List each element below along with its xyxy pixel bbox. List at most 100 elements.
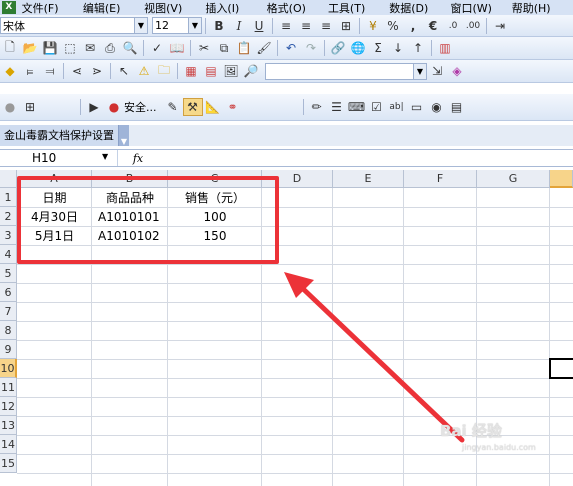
grid-icon[interactable]: ⊞ bbox=[20, 98, 40, 116]
save-icon[interactable]: 💾 bbox=[40, 39, 60, 57]
column-header-f[interactable]: F bbox=[404, 170, 477, 188]
row-header-6[interactable]: 6 bbox=[0, 283, 17, 302]
format-painter-icon[interactable]: 🖌 bbox=[254, 39, 274, 57]
align-right-icon[interactable]: ≡ bbox=[316, 17, 336, 35]
chart-wizard-icon[interactable]: ▥ bbox=[435, 39, 455, 57]
warning-icon[interactable]: ⚠ bbox=[134, 62, 154, 80]
comma-button[interactable]: , bbox=[403, 17, 423, 35]
delete-row-icon[interactable]: ⫤ bbox=[40, 62, 60, 80]
menu-edit[interactable]: 编辑(E) bbox=[83, 0, 144, 16]
textbox-icon[interactable]: ab| bbox=[387, 98, 407, 116]
chevron-down-icon[interactable]: ▼ bbox=[188, 18, 201, 33]
menu-view[interactable]: 视图(V) bbox=[144, 0, 205, 16]
column-header-e[interactable]: E bbox=[333, 170, 404, 188]
web-icon[interactable]: 🌐 bbox=[348, 39, 368, 57]
folder-icon[interactable]: 🗀 bbox=[154, 62, 174, 80]
align-left-icon[interactable]: ≡ bbox=[276, 17, 296, 35]
chevron-down-icon[interactable]: ▼ bbox=[102, 152, 108, 161]
menu-insert[interactable]: 插入(I) bbox=[205, 0, 266, 16]
row-header-15[interactable]: 15 bbox=[0, 454, 17, 473]
chevron-down-icon[interactable]: ▼ bbox=[134, 18, 147, 33]
import-icon[interactable]: ⇲ bbox=[427, 62, 447, 80]
italic-button[interactable]: I bbox=[229, 17, 249, 35]
properties-icon[interactable]: ☰ bbox=[327, 98, 347, 116]
print-preview-icon[interactable]: 🔍 bbox=[120, 39, 140, 57]
row-header-14[interactable]: 14 bbox=[0, 435, 17, 454]
autosum-button[interactable]: Σ bbox=[368, 39, 388, 57]
control-icon[interactable]: ⚭ bbox=[223, 98, 243, 116]
option-button-icon[interactable]: ◉ bbox=[427, 98, 447, 116]
table-edit-icon[interactable]: ▤ bbox=[201, 62, 221, 80]
edit-icon[interactable]: ✎ bbox=[163, 98, 183, 116]
chevron-down-icon[interactable]: ▼ bbox=[413, 63, 426, 79]
row-header-12[interactable]: 12 bbox=[0, 397, 17, 416]
open-folder-icon[interactable]: 📂 bbox=[20, 39, 40, 57]
research-icon[interactable]: 📖 bbox=[167, 39, 187, 57]
column-header-h[interactable] bbox=[550, 170, 573, 188]
design-pen-icon[interactable]: ✏ bbox=[307, 98, 327, 116]
row-header-8[interactable]: 8 bbox=[0, 321, 17, 340]
copy-icon[interactable]: ⧉ bbox=[214, 39, 234, 57]
shape-icon[interactable]: ◆ bbox=[0, 62, 20, 80]
row-header-2[interactable]: 2 bbox=[0, 207, 17, 226]
table-icon[interactable]: ▦ bbox=[181, 62, 201, 80]
chevron-down-icon[interactable]: ▼ bbox=[119, 125, 129, 146]
menu-data[interactable]: 数据(D) bbox=[389, 0, 450, 16]
button-control-icon[interactable]: ▭ bbox=[407, 98, 427, 116]
row-header-9[interactable]: 9 bbox=[0, 340, 17, 359]
menu-tools[interactable]: 工具(T) bbox=[328, 0, 389, 16]
menu-window[interactable]: 窗口(W) bbox=[450, 0, 511, 16]
connector-icon[interactable]: ⋖ bbox=[67, 62, 87, 80]
insert-function-icon[interactable]: fx bbox=[118, 152, 158, 165]
connector-alt-icon[interactable]: ⋗ bbox=[87, 62, 107, 80]
menu-file[interactable]: 文件(F) bbox=[22, 0, 83, 16]
style-select[interactable]: ▼ bbox=[265, 62, 427, 80]
font-size-select[interactable]: 12 ▼ bbox=[152, 17, 202, 34]
spelling-icon[interactable]: ✓ bbox=[147, 39, 167, 57]
image-icon[interactable]: 🖼 bbox=[221, 62, 241, 80]
row-header-10[interactable]: 10 bbox=[0, 359, 17, 378]
design-mode-icon[interactable]: 📐 bbox=[203, 98, 223, 116]
merge-center-icon[interactable]: ⊞ bbox=[336, 17, 356, 35]
email-icon[interactable]: ✉ bbox=[80, 39, 100, 57]
hyperlink-icon[interactable]: 🔗 bbox=[328, 39, 348, 57]
bold-button[interactable]: B bbox=[209, 17, 229, 35]
security-button[interactable]: 安全... bbox=[124, 99, 157, 115]
row-header-11[interactable]: 11 bbox=[0, 378, 17, 397]
row-header-7[interactable]: 7 bbox=[0, 302, 17, 321]
excel-app-icon[interactable]: X bbox=[2, 1, 16, 14]
name-box[interactable]: H10 ▼ bbox=[0, 150, 118, 166]
checkbox-icon[interactable]: ☑ bbox=[367, 98, 387, 116]
increase-decimal-icon[interactable]: .0 bbox=[443, 17, 463, 35]
row-header-3[interactable]: 3 bbox=[0, 226, 17, 245]
permission-icon[interactable]: ⬚ bbox=[60, 39, 80, 57]
menu-help[interactable]: 帮助(H) bbox=[512, 0, 573, 16]
paste-icon[interactable]: 📋 bbox=[234, 39, 254, 57]
currency-icon[interactable]: ¥ bbox=[363, 17, 383, 35]
code-icon[interactable]: ⌨ bbox=[347, 98, 367, 116]
print-icon[interactable]: ⎙ bbox=[100, 39, 120, 57]
listbox-icon[interactable]: ▤ bbox=[447, 98, 467, 116]
tools-icon[interactable]: ⚒ bbox=[182, 98, 203, 116]
euro-button[interactable]: € bbox=[423, 17, 443, 35]
select-all-corner[interactable] bbox=[0, 170, 17, 188]
sort-ascending-icon[interactable]: ↓ bbox=[388, 39, 408, 57]
record-macro-icon[interactable]: ● bbox=[104, 98, 124, 116]
theme-icon[interactable]: ◈ bbox=[447, 62, 467, 80]
formula-input[interactable] bbox=[158, 150, 573, 166]
underline-button[interactable]: U bbox=[249, 17, 269, 35]
decrease-decimal-icon[interactable]: .00 bbox=[463, 17, 483, 35]
redo-icon[interactable]: ↷ bbox=[301, 39, 321, 57]
undo-icon[interactable]: ↶ bbox=[281, 39, 301, 57]
align-center-icon[interactable]: ≡ bbox=[296, 17, 316, 35]
select-pointer-icon[interactable]: ↖ bbox=[114, 62, 134, 80]
row-header-1[interactable]: 1 bbox=[0, 188, 17, 207]
menu-format[interactable]: 格式(O) bbox=[267, 0, 328, 16]
play-icon[interactable]: ▶ bbox=[84, 98, 104, 116]
font-name-select[interactable]: 宋体 ▼ bbox=[0, 17, 148, 34]
row-header-13[interactable]: 13 bbox=[0, 416, 17, 435]
row-header-4[interactable]: 4 bbox=[0, 245, 17, 264]
new-document-icon[interactable]: 🗋 bbox=[0, 39, 20, 57]
indent-icon[interactable]: ⇥ bbox=[490, 17, 510, 35]
doc-protection-tab[interactable]: 金山毒霸文档保护设置 bbox=[0, 125, 119, 146]
